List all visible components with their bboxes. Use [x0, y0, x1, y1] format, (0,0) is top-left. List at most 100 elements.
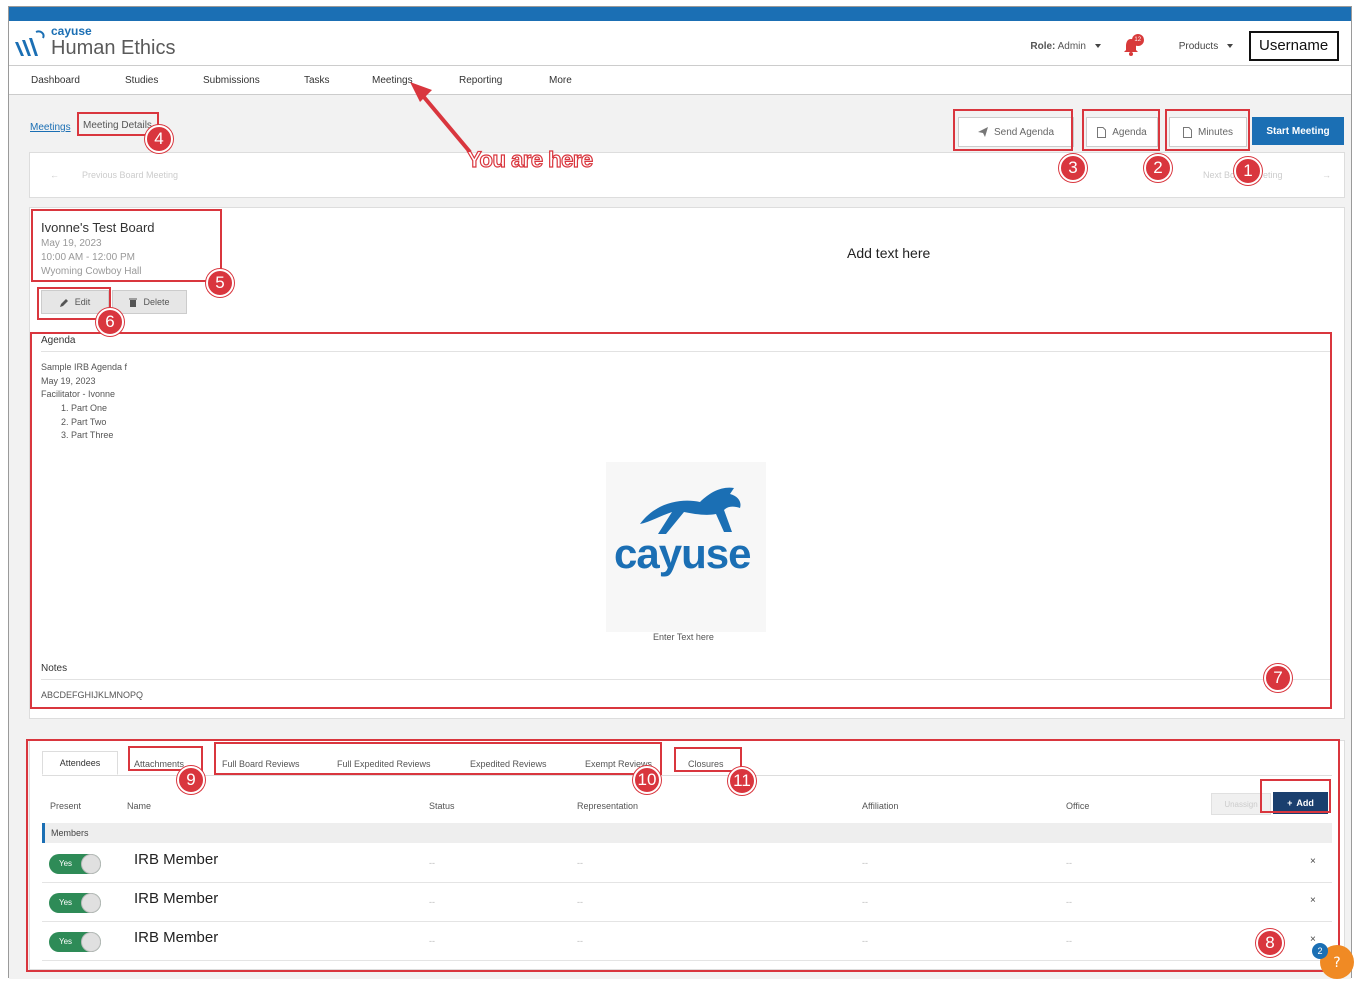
attendee-office: -- — [1066, 897, 1072, 907]
agenda-item: 1. Part One — [61, 403, 108, 413]
tab-full-board-reviews[interactable]: Full Board Reviews — [222, 759, 300, 769]
present-toggle[interactable]: Yes — [49, 854, 101, 874]
username-box[interactable]: Username — [1249, 31, 1339, 61]
minutes-button[interactable]: Minutes — [1169, 117, 1247, 147]
annotation-number: 3 — [1059, 154, 1087, 182]
meeting-time: 10:00 AM - 12:00 PM — [41, 252, 135, 263]
agenda-line: Sample IRB Agenda f — [41, 362, 128, 372]
notes-heading: Notes — [41, 663, 68, 674]
main-nav: Dashboard Studies Submissions Tasks Meet… — [9, 65, 1351, 95]
agenda-label: Agenda — [1112, 126, 1147, 138]
delete-label: Delete — [143, 297, 170, 307]
minutes-label: Minutes — [1197, 126, 1233, 138]
annotation-number: 2 — [1144, 154, 1172, 182]
column-header-representation: Representation — [577, 801, 639, 811]
you-are-here-label: You are here — [466, 146, 593, 172]
chevron-down-icon — [1227, 43, 1233, 48]
arrow-left-icon[interactable]: ← — [50, 170, 59, 180]
annotation-number: 9 — [177, 766, 205, 794]
column-header-status: Status — [429, 801, 455, 811]
nav-tasks[interactable]: Tasks — [304, 75, 330, 86]
attendee-name: IRB Member — [134, 890, 219, 907]
arrow-right-icon[interactable]: → — [1322, 170, 1331, 180]
tab-full-expedited-reviews[interactable]: Full Expedited Reviews — [337, 759, 431, 769]
products-menu[interactable]: Products — [1179, 41, 1233, 52]
send-agenda-button[interactable]: Send Agenda — [958, 117, 1074, 147]
svg-text:?: ? — [1333, 955, 1340, 971]
notification-count: 12 — [1131, 34, 1144, 46]
image-caption: Enter Text here — [653, 632, 714, 642]
edit-label: Edit — [74, 297, 91, 307]
agenda-heading: Agenda — [41, 335, 76, 346]
top-accent-bar — [9, 7, 1351, 21]
agenda-item: 3. Part Three — [61, 430, 114, 440]
agenda-button[interactable]: Agenda — [1086, 117, 1158, 147]
delete-button[interactable]: Delete — [112, 290, 187, 314]
nav-more[interactable]: More — [549, 75, 572, 86]
toggle-label: Yes — [59, 937, 73, 946]
present-toggle[interactable]: Yes — [49, 893, 101, 913]
toggle-knob — [81, 932, 101, 952]
table-row: Yes IRB Member -- -- -- -- × — [42, 844, 1332, 883]
breadcrumb: Meetings Meeting Details — [30, 120, 152, 133]
attendee-office: -- — [1066, 936, 1072, 946]
annotation-number: 11 — [728, 767, 756, 795]
toggle-knob — [81, 893, 101, 913]
attendee-status: -- — [429, 858, 435, 868]
trash-icon — [129, 298, 138, 307]
nav-submissions[interactable]: Submissions — [203, 75, 260, 86]
present-toggle[interactable]: Yes — [49, 932, 101, 952]
plus-icon: + — [1287, 798, 1293, 808]
attendees-card: Attendees Attachments Full Board Reviews… — [29, 740, 1345, 970]
agenda-line: Facilitator - Ivonne — [41, 389, 116, 399]
breadcrumb-meetings-link[interactable]: Meetings — [30, 122, 71, 133]
add-label: Add — [1296, 798, 1314, 808]
app-logo[interactable]: cayuse Human Ethics — [13, 25, 176, 58]
tab-closures[interactable]: Closures — [688, 759, 724, 769]
toggle-label: Yes — [59, 898, 73, 907]
remove-icon[interactable]: × — [1310, 895, 1316, 906]
role-selector[interactable]: Role: Admin — [1030, 40, 1101, 52]
meeting-title: Ivonne's Test Board — [41, 220, 155, 235]
annotation-number: 4 — [145, 125, 173, 153]
column-header-name: Name — [127, 801, 152, 811]
agenda-item: 2. Part Two — [61, 417, 107, 427]
attendee-name: IRB Member — [134, 929, 219, 946]
notes-content: ABCDEFGHIJKLMNOPQ — [41, 690, 144, 700]
table-row: Yes IRB Member -- -- -- -- × — [42, 883, 1332, 922]
attendee-status: -- — [429, 897, 435, 907]
tab-expedited-reviews[interactable]: Expedited Reviews — [470, 759, 547, 769]
document-icon — [1182, 126, 1192, 138]
edit-button[interactable]: Edit — [41, 290, 109, 314]
role-value: Admin — [1057, 40, 1086, 52]
attendee-office: -- — [1066, 858, 1072, 868]
logo-product-name: Human Ethics — [51, 37, 176, 59]
attendee-representation: -- — [577, 936, 583, 946]
column-header-affiliation: Affiliation — [862, 801, 899, 811]
annotation-number: 10 — [633, 766, 661, 794]
document-icon — [1097, 126, 1107, 138]
previous-meeting-link[interactable]: Previous Board Meeting — [82, 170, 178, 180]
logo-brand: cayuse — [51, 24, 92, 38]
toggle-knob — [81, 854, 101, 874]
add-attendee-button[interactable]: + Add — [1273, 792, 1328, 814]
nav-dashboard[interactable]: Dashboard — [31, 75, 80, 86]
role-label: Role: — [1030, 40, 1056, 52]
tab-attachments[interactable]: Attachments — [134, 759, 184, 769]
cayuse-mark-icon — [15, 30, 45, 56]
app-window: cayuse Human Ethics Role: Admin 12 Produ… — [8, 6, 1352, 979]
unassign-button[interactable]: Unassign — [1211, 793, 1271, 815]
notifications-button[interactable]: 12 — [1123, 34, 1145, 56]
remove-icon[interactable]: × — [1310, 856, 1316, 867]
nav-studies[interactable]: Studies — [125, 75, 158, 86]
meeting-location: Wyoming Cowboy Hall — [41, 266, 142, 277]
divider — [42, 775, 1332, 776]
divider — [41, 679, 1331, 680]
help-count-badge: 2 — [1312, 943, 1328, 959]
start-meeting-button[interactable]: Start Meeting — [1252, 117, 1344, 145]
annotation-number: 5 — [206, 269, 234, 297]
app-header: cayuse Human Ethics Role: Admin 12 Produ… — [9, 21, 1351, 65]
cayuse-logo-image: cayuse — [606, 462, 766, 632]
send-agenda-label: Send Agenda — [993, 126, 1055, 138]
tab-attendees[interactable]: Attendees — [42, 751, 118, 775]
